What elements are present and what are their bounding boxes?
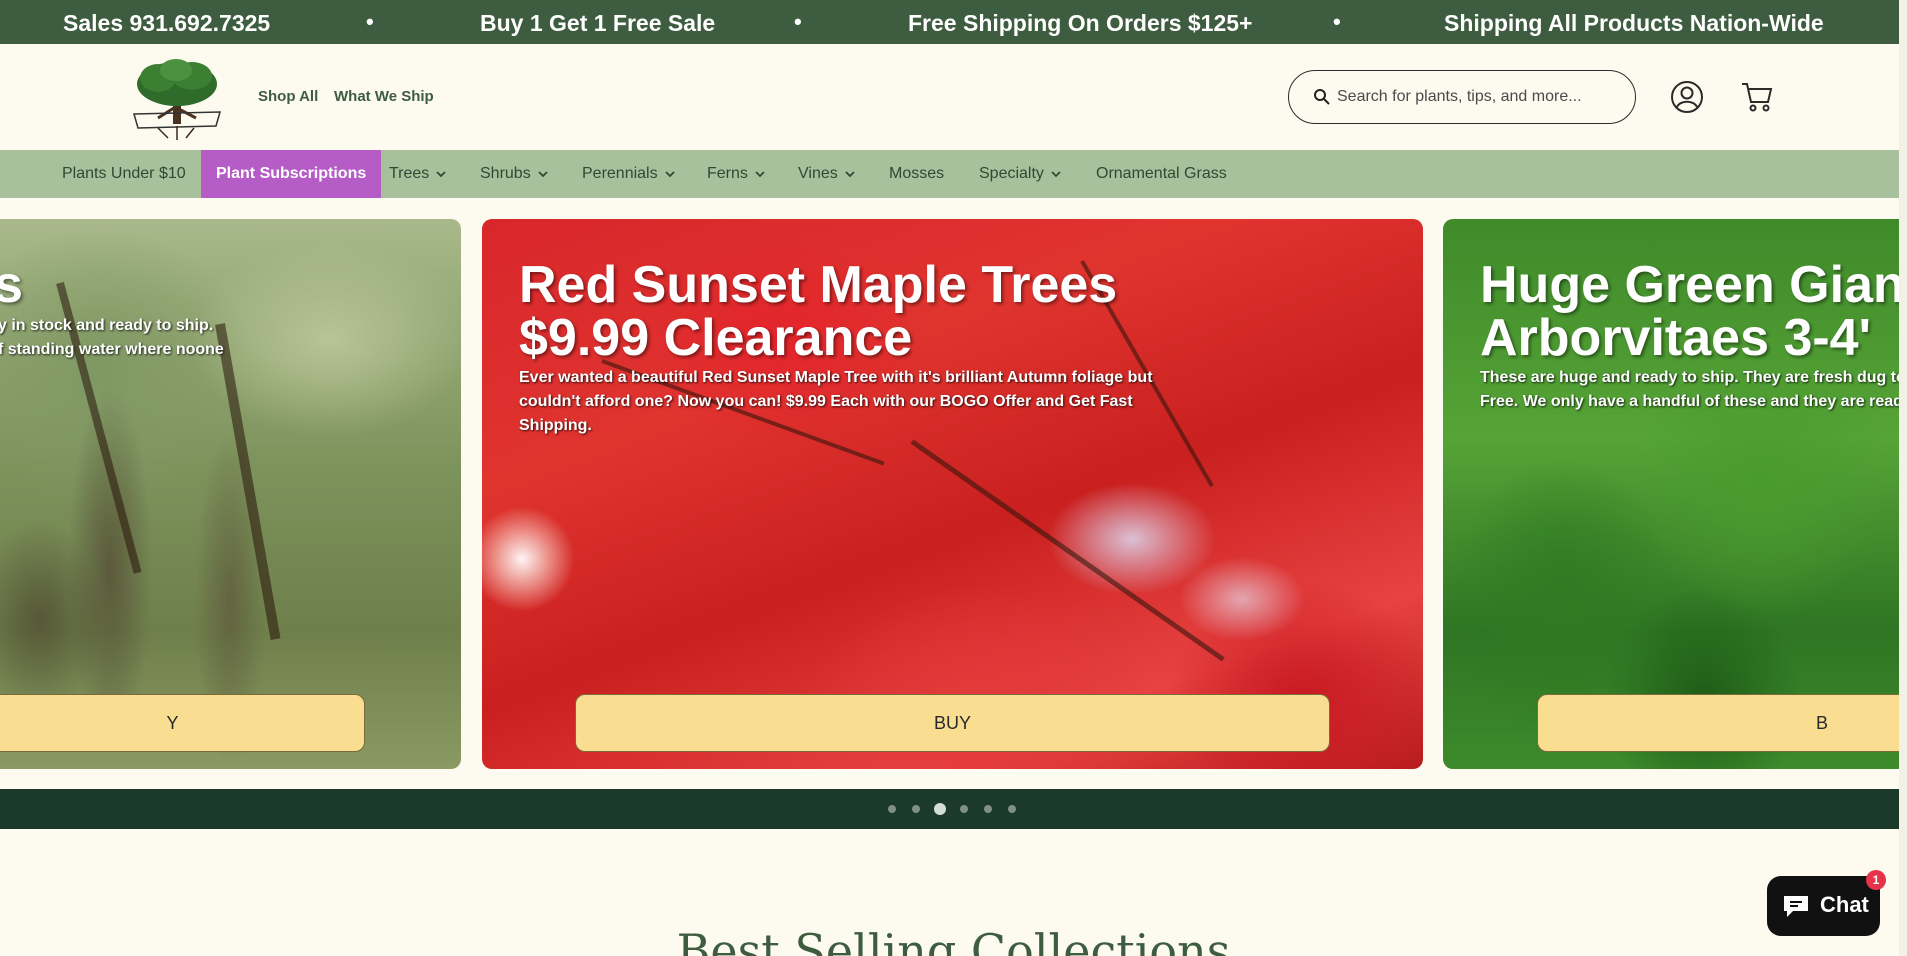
- nav-item-specialty[interactable]: Specialty: [979, 150, 1062, 198]
- nav-item-label: Trees: [389, 165, 430, 182]
- site-header: Shop All What We Ship: [0, 44, 1907, 150]
- slide-title: s: [0, 256, 23, 314]
- what-we-ship-link[interactable]: What We Ship: [334, 88, 434, 105]
- scrollbar-track[interactable]: [1899, 0, 1907, 956]
- chevron-down-icon: [845, 171, 855, 178]
- nav-item-perennials[interactable]: Perennials: [582, 150, 676, 198]
- chat-bubble-icon: [1781, 893, 1811, 919]
- nav-item-label: Mosses: [889, 165, 945, 182]
- announcement-separator: •: [1333, 9, 1341, 34]
- nav-item-label: Plants Under $10: [62, 165, 186, 182]
- nav-item-trees[interactable]: Trees: [389, 150, 447, 198]
- carousel-slide-previous[interactable]: s y in stock and ready to ship. f standi…: [0, 219, 461, 769]
- tree-trunk-decoration: [215, 323, 281, 641]
- slide-title: Huge Green Giant: [1480, 256, 1907, 314]
- carousel-dot[interactable]: [960, 805, 968, 813]
- search-bar[interactable]: [1288, 70, 1636, 124]
- nav-item-label: Ferns: [707, 165, 748, 182]
- chevron-down-icon: [755, 171, 765, 178]
- slide-text: f standing water where noone: [0, 341, 224, 358]
- carousel-slide-active[interactable]: Red Sunset Maple Trees $9.99 Clearance E…: [482, 219, 1423, 769]
- carousel-pagination: [0, 789, 1907, 829]
- slide-text: Ever wanted a beautiful Red Sunset Maple…: [519, 369, 1153, 434]
- nav-item-label: Shrubs: [480, 165, 531, 182]
- account-icon[interactable]: [1670, 80, 1704, 114]
- nav-item-label: Plant Subscriptions: [216, 165, 367, 182]
- section-title: Best Selling Collections: [676, 924, 1231, 956]
- carousel-dot[interactable]: [912, 805, 920, 813]
- nav-item-label: Vines: [798, 165, 838, 182]
- chat-notification-badge: 1: [1866, 870, 1886, 890]
- chevron-down-icon: [538, 171, 548, 178]
- carousel-dot[interactable]: [888, 805, 896, 813]
- slide-text: Free. We only have a handful of these an…: [1480, 393, 1903, 410]
- announcement-bogo: Buy 1 Get 1 Free Sale: [480, 10, 716, 36]
- branch-decoration: [910, 439, 1225, 662]
- carousel-dot[interactable]: [1008, 805, 1016, 813]
- buy-button[interactable]: BUY: [575, 694, 1330, 752]
- nav-item-label: Perennials: [582, 165, 658, 182]
- nav-item-label: Specialty: [979, 165, 1044, 182]
- chevron-down-icon: [664, 171, 675, 178]
- announcement-free-shipping: Free Shipping On Orders $125+: [908, 10, 1253, 36]
- slide-text: These are huge and ready to ship. They a…: [1480, 369, 1906, 386]
- carousel-dot[interactable]: [984, 805, 992, 813]
- announcement-bar: Sales 931.692.7325 • Buy 1 Get 1 Free Sa…: [0, 0, 1907, 44]
- nav-item-plants-under-10[interactable]: Plants Under $10: [62, 150, 186, 198]
- nav-item-shrubs[interactable]: Shrubs: [480, 150, 549, 198]
- shop-all-link[interactable]: Shop All: [258, 88, 318, 105]
- nav-item-label: Ornamental Grass: [1096, 165, 1227, 182]
- chevron-down-icon: [1051, 171, 1061, 178]
- cart-icon[interactable]: [1740, 80, 1774, 114]
- main-nav: Plants Under $10 Plant Subscriptions Tre…: [0, 150, 1907, 198]
- nav-item-ornamental-grass[interactable]: Ornamental Grass: [1096, 150, 1227, 198]
- chat-label: Chat: [1820, 892, 1869, 917]
- carousel-slide-next[interactable]: Huge Green Giant Arborvitaes 3-4' These …: [1443, 219, 1907, 769]
- announcement-nationwide: Shipping All Products Nation-Wide: [1444, 10, 1824, 36]
- site-logo[interactable]: [128, 56, 226, 140]
- slide-text: y in stock and ready to ship.: [0, 317, 214, 334]
- announcement-separator: •: [794, 9, 802, 34]
- slide-title: Red Sunset Maple Trees: [519, 256, 1118, 314]
- slide-title: Arborvitaes 3-4': [1480, 309, 1871, 367]
- search-icon[interactable]: [1313, 88, 1331, 106]
- nav-item-mosses[interactable]: Mosses: [889, 150, 944, 198]
- carousel-dot-active[interactable]: [934, 803, 946, 815]
- slide-title: $9.99 Clearance: [519, 309, 913, 367]
- chevron-down-icon: [436, 171, 446, 178]
- nav-item-vines[interactable]: Vines: [798, 150, 856, 198]
- chat-button[interactable]: Chat 1: [1767, 870, 1886, 936]
- announcement-separator: •: [366, 9, 374, 34]
- nav-item-plant-subscriptions[interactable]: Plant Subscriptions: [201, 150, 382, 198]
- nav-item-ferns[interactable]: Ferns: [707, 150, 766, 198]
- search-input[interactable]: [1337, 85, 1617, 109]
- buy-button[interactable]: B: [1537, 694, 1907, 752]
- buy-button[interactable]: Y: [0, 694, 365, 752]
- announcement-phone[interactable]: Sales 931.692.7325: [63, 10, 270, 37]
